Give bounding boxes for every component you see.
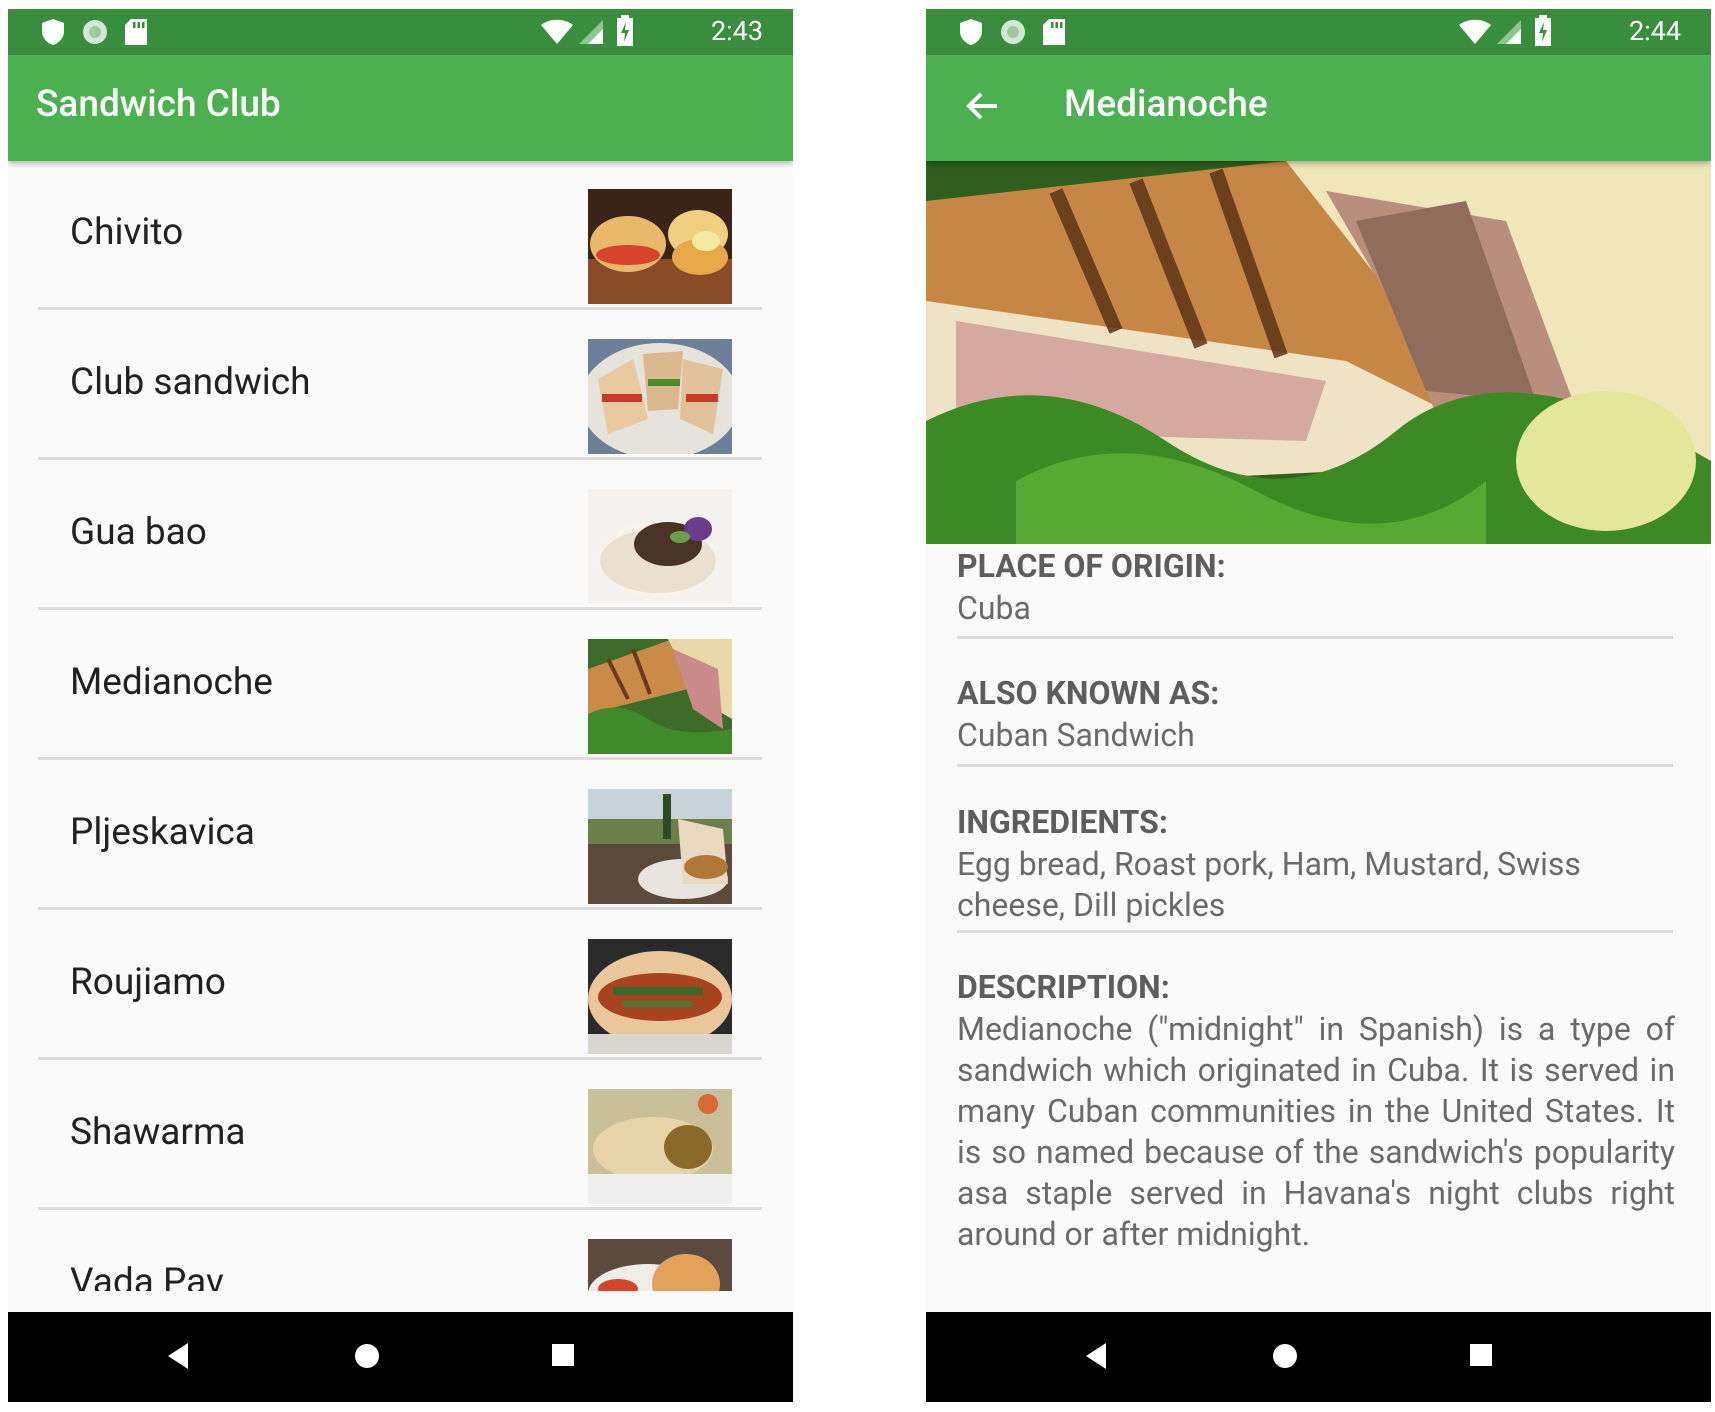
details-scroll[interactable]: PLACE OF ORIGIN: Cuba ALSO KNOWN AS: Cub… (926, 544, 1711, 1314)
divider (38, 457, 762, 460)
list-item[interactable]: Medianoche (8, 611, 793, 760)
sd-card-icon (1043, 19, 1065, 45)
list-item[interactable]: Chivito (8, 161, 793, 310)
divider (38, 607, 762, 610)
origin-label: PLACE OF ORIGIN: (957, 547, 1226, 585)
item-name: Pljeskavica (70, 811, 255, 854)
aka-label: ALSO KNOWN AS: (957, 674, 1220, 712)
item-name: Gua bao (70, 511, 207, 554)
list-item[interactable]: Vada Pav (8, 1211, 793, 1291)
recents-square-icon[interactable] (1469, 1343, 1493, 1367)
divider (38, 907, 762, 910)
ingredients-value: Egg bread, Roast pork, Ham, Mustard, Swi… (957, 845, 1581, 924)
sandwich-list[interactable]: Chivito Club sandwich Gua bao Medianoche… (8, 161, 793, 1291)
origin-section: PLACE OF ORIGIN: Cuba (957, 544, 1675, 629)
status-bar: 2:44 (926, 9, 1711, 55)
item-name: Medianoche (70, 661, 273, 704)
navigation-bar (8, 1312, 793, 1402)
description-section: DESCRIPTION: Medianoche ("midnight" in S… (957, 965, 1675, 1255)
detail-activity-screen: 2:44 Medianoche PLACE OF ORIGIN: Cuba AL… (926, 9, 1711, 1402)
divider (957, 930, 1673, 933)
sandwich-thumbnail (588, 489, 732, 604)
app-title: Sandwich Club (36, 83, 281, 126)
wifi-icon (1459, 19, 1491, 44)
main-activity-screen: 2:43 Sandwich Club Chivito Club sandwich (8, 9, 793, 1402)
back-triangle-icon[interactable] (1084, 1342, 1108, 1370)
status-bar: 2:43 (8, 9, 793, 55)
item-name: Roujiamo (70, 961, 226, 1004)
item-name: Shawarma (70, 1111, 246, 1154)
signal-icon (1497, 20, 1521, 44)
sync-icon (1001, 20, 1025, 44)
list-item[interactable]: Club sandwich (8, 311, 793, 460)
back-triangle-icon[interactable] (166, 1342, 190, 1370)
divider (38, 1207, 762, 1210)
battery-charging-icon (1535, 15, 1551, 46)
battery-charging-icon (617, 15, 633, 46)
description-value: Medianoche ("midnight" in Spanish) is a … (957, 1010, 1675, 1253)
signal-icon (579, 20, 603, 44)
ingredients-label: INGREDIENTS: (957, 803, 1168, 841)
detail-title: Medianoche (1064, 83, 1268, 126)
sandwich-thumbnail (588, 339, 732, 454)
status-time: 2:43 (710, 15, 763, 47)
shield-icon (960, 19, 982, 45)
item-name: Chivito (70, 211, 184, 254)
list-item[interactable]: Shawarma (8, 1061, 793, 1210)
navigation-bar (926, 1312, 1711, 1402)
wifi-icon (541, 19, 573, 44)
sandwich-thumbnail (588, 1239, 732, 1291)
ingredients-section: INGREDIENTS: Egg bread, Roast pork, Ham,… (957, 800, 1675, 926)
origin-value: Cuba (957, 589, 1031, 627)
item-name: Club sandwich (70, 361, 311, 404)
aka-value: Cuban Sandwich (957, 716, 1195, 754)
status-time: 2:44 (1628, 15, 1681, 47)
divider (38, 307, 762, 310)
item-name: Vada Pav (70, 1261, 224, 1291)
description-label: DESCRIPTION: (957, 968, 1170, 1006)
shield-icon (42, 19, 64, 45)
sandwich-thumbnail (588, 789, 732, 904)
sandwich-image (926, 161, 1711, 544)
divider (957, 636, 1673, 639)
aka-section: ALSO KNOWN AS: Cuban Sandwich (957, 671, 1675, 756)
app-bar: Medianoche (926, 55, 1711, 161)
sandwich-thumbnail (588, 639, 732, 754)
sandwich-thumbnail (588, 939, 732, 1054)
sandwich-thumbnail (588, 189, 732, 304)
divider (957, 764, 1673, 767)
app-bar: Sandwich Club (8, 55, 793, 161)
recents-square-icon[interactable] (551, 1343, 575, 1367)
home-circle-icon[interactable] (353, 1342, 381, 1370)
divider (38, 757, 762, 760)
list-item[interactable]: Roujiamo (8, 911, 793, 1060)
list-item[interactable]: Gua bao (8, 461, 793, 610)
home-circle-icon[interactable] (1271, 1342, 1299, 1370)
sd-card-icon (125, 19, 147, 45)
sync-icon (83, 20, 107, 44)
list-item[interactable]: Pljeskavica (8, 761, 793, 910)
divider (38, 1057, 762, 1060)
sandwich-thumbnail (588, 1089, 732, 1204)
arrow-back-icon[interactable] (964, 88, 1000, 124)
